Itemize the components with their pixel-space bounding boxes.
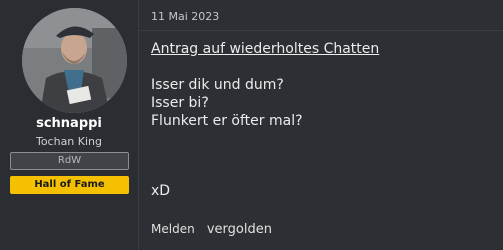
user-banner-hall-of-fame: Hall of Fame [10,176,129,194]
post-line: Isser bi? [151,95,209,111]
forum-post: schnappi Tochan King RdW Hall of Fame 11… [0,0,503,250]
user-sidebar: schnappi Tochan King RdW Hall of Fame [0,0,139,250]
post-date[interactable]: 11 Mai 2023 [151,10,219,23]
post-line: Flunkert er öfter mal? [151,113,303,129]
post-actions: Melden vergolden [151,222,280,237]
gild-link[interactable]: vergolden [207,222,272,237]
post-body: Antrag auf wiederholtes Chatten Isser di… [151,40,379,200]
avatar-image [22,8,127,113]
user-title: Tochan King [35,135,103,148]
post-closing: xD [151,183,171,199]
username[interactable]: schnappi [0,116,138,131]
post-line: Isser dik und dum? [151,77,284,93]
post-header-divider [139,30,503,31]
user-avatar[interactable] [22,8,127,113]
user-banner-rdw: RdW [10,152,129,170]
post-content: 11 Mai 2023 Antrag auf wiederholtes Chat… [139,0,503,250]
post-subject: Antrag auf wiederholtes Chatten [151,41,380,57]
report-link[interactable]: Melden [151,222,195,236]
